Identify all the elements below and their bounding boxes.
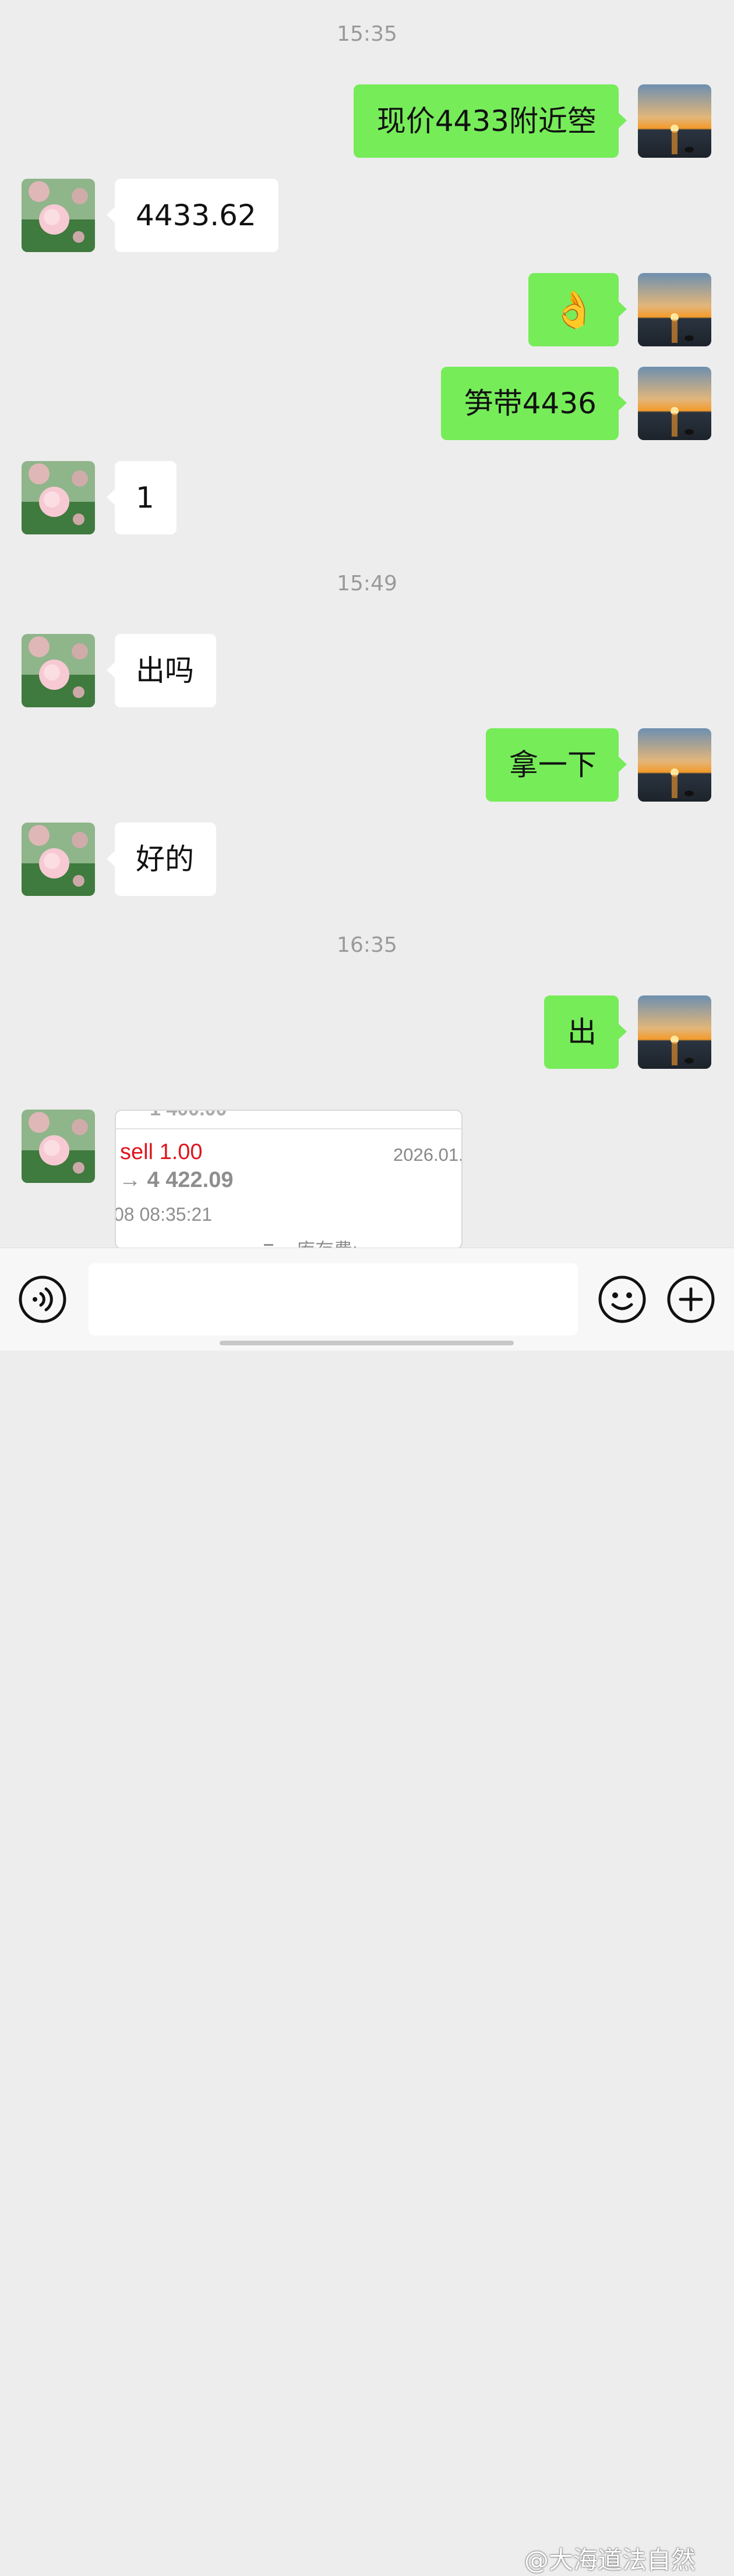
trade-side-label: sell 1.00 [120,1140,203,1164]
my-avatar-sunset[interactable] [638,84,711,158]
chat-input-bar: @大海道法自然 [0,1248,734,2574]
trade-time: 08 08:35:21 [115,1204,213,1225]
message-bubble-received[interactable]: 1 [107,461,177,534]
trade-cut-value: 1 400.00 [150,1111,227,1121]
trade-screenshot-image[interactable]: 1 400.00 sell 1.00 2026.01. → 4 422.09 0… [115,1110,463,1249]
message-bubble-sent[interactable]: 拿一下 [486,728,627,802]
message-bubble-sent[interactable]: 👌 [528,273,627,346]
voice-input-icon[interactable] [17,1274,68,1324]
message-bubble-sent[interactable]: 笋带4436 [440,367,627,440]
timestamp: 15:35 [337,22,397,46]
my-avatar-sunset[interactable] [638,367,711,440]
watermark: @大海道法自然 [524,2546,696,2574]
message-bubble-received[interactable]: 4433.62 [107,179,278,252]
card-divider [116,1128,461,1129]
message-input[interactable] [89,1263,578,1335]
emoji-icon[interactable] [597,1274,647,1324]
contact-avatar-rose[interactable] [22,179,95,252]
my-avatar-sunset[interactable] [638,728,711,802]
contact-avatar-rose[interactable] [22,461,95,534]
my-avatar-sunset[interactable] [638,995,711,1069]
home-indicator[interactable] [220,1341,514,1345]
message-bubble-received[interactable]: 好的 [107,823,216,896]
trade-date: 2026.01. [393,1145,463,1165]
contact-avatar-rose[interactable] [22,634,95,707]
message-bubble-sent[interactable]: 出 [544,995,627,1069]
contact-avatar-rose[interactable] [22,823,95,896]
message-bubble-received[interactable]: 出吗 [107,634,216,707]
timestamp: 16:35 [337,933,397,957]
contact-avatar-rose[interactable] [22,1110,95,1183]
my-avatar-sunset[interactable] [638,273,711,346]
timestamp: 15:49 [337,572,397,596]
message-bubble-sent[interactable]: 现价4433附近箜 [353,84,627,158]
plus-icon[interactable] [666,1274,716,1324]
trade-price: → 4 422.09 [119,1168,234,1192]
dash-divider [264,1244,273,1246]
